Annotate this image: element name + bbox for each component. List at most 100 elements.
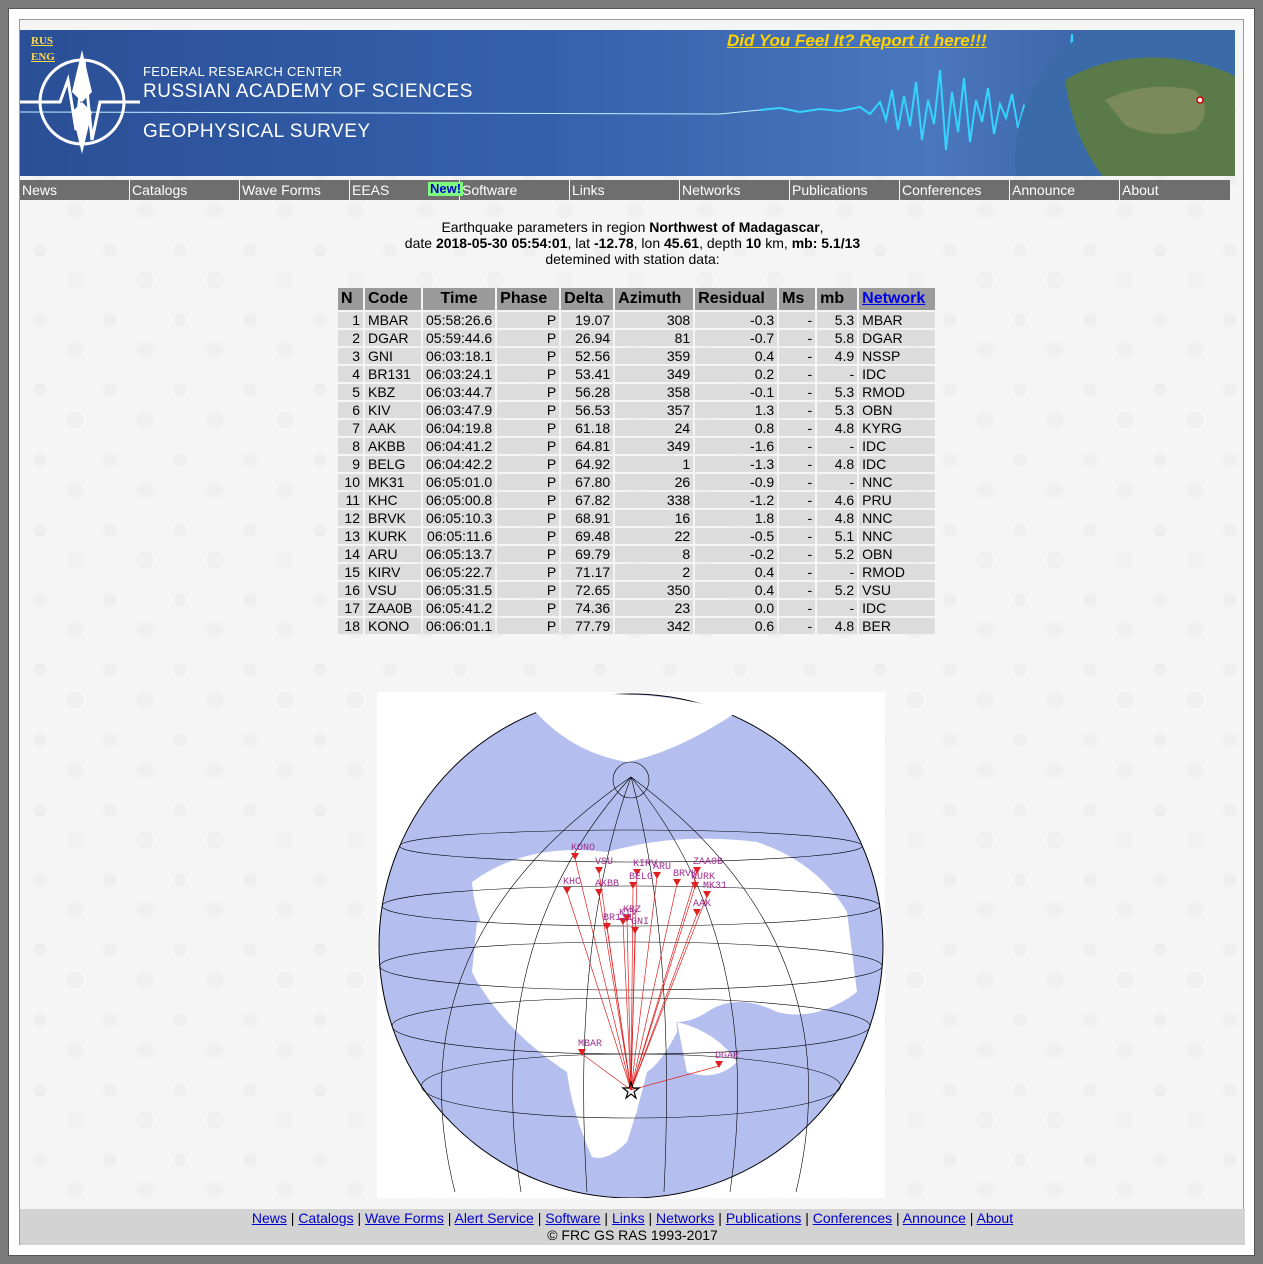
nav-links[interactable]: Links [570,180,680,200]
cell-phase: P [497,456,560,472]
cell-azimuth: 357 [615,402,694,418]
table-row: 8 AKBB 06:04:41.2 P 64.81 349 -1.6- - IDC [338,438,936,454]
cell-n: 1 [338,312,363,328]
nav-about[interactable]: About [1120,180,1230,200]
table-row: 3 GNI 06:03:18.1 P 52.56 359 0.4-4.9 NSSP [338,348,936,364]
station-label-akbb: AKBB [595,879,619,890]
cell-phase: P [497,402,560,418]
nav-catalogs[interactable]: Catalogs [130,180,240,200]
cell-network: NNC [859,528,936,544]
footer-link-networks[interactable]: Networks [656,1210,714,1226]
nav-networks[interactable]: Networks [680,180,790,200]
cell-residual: -1.3 [695,456,778,472]
footer-link-publications[interactable]: Publications [726,1210,802,1226]
event-region: Northwest of Madagascar [649,219,820,235]
cell-phase: P [497,348,560,364]
cell-phase: P [497,330,560,346]
station-label-br131: BR131 [603,913,633,924]
cell-ms: - [779,330,816,346]
cell-mb: 4.8 [817,456,858,472]
cell-n: 8 [338,438,363,454]
cell-time: 06:04:42.2 [423,456,496,472]
col-residual: Residual [695,288,778,310]
cell-n: 2 [338,330,363,346]
event-lon: 45.61 [664,235,700,251]
copyright: © FRC GS RAS 1993-2017 [547,1227,718,1243]
table-row: 15 KIRV 06:05:22.7 P 71.17 2 0.4- - RMOD [338,564,936,580]
cell-code: KHC [365,492,421,508]
footer-link-about[interactable]: About [977,1210,1014,1226]
col-phase: Phase [497,288,560,310]
cell-azimuth: 22 [615,528,694,544]
lon-label: , lon [633,235,665,251]
footer-link-links[interactable]: Links [612,1210,645,1226]
table-row: 5 KBZ 06:03:44.7 P 56.28 358 -0.1-5.3 RMOD [338,384,936,400]
cell-mb: 4.6 [817,492,858,508]
cell-residual: -0.9 [695,474,778,490]
table-row: 12 BRVK 06:05:10.3 P 68.91 16 1.8-4.8 NNC [338,510,936,526]
cell-network: DGAR [859,330,936,346]
nav-conferences[interactable]: Conferences [900,180,1010,200]
table-row: 6 KIV 06:03:47.9 P 56.53 357 1.3-5.3 OBN [338,402,936,418]
cell-network: NSSP [859,348,936,364]
lang-eng-link[interactable]: ENG [31,51,55,63]
cell-residual: 0.6 [695,618,778,634]
depth-label: , depth [699,235,746,251]
cell-delta: 71.17 [561,564,614,580]
table-row: 11 KHC 06:05:00.8 P 67.82 338 -1.2-4.6 PRU [338,492,936,508]
footer-link-announce[interactable]: Announce [903,1210,966,1226]
nav-software[interactable]: Software [460,180,570,200]
cell-delta: 56.28 [561,384,614,400]
nav-publications[interactable]: Publications [790,180,900,200]
network-header-link[interactable]: Network [862,290,925,307]
col-delta: Delta [561,288,614,310]
cell-code: KIRV [365,564,421,580]
station-table: N Code Time Phase Delta Azimuth Residual… [336,286,937,636]
event-date: 2018-05-30 05:54:01 [435,235,568,251]
cell-network: OBN [859,546,936,562]
footer-link-conferences[interactable]: Conferences [813,1210,892,1226]
cell-network: PRU [859,492,936,508]
cell-azimuth: 26 [615,474,694,490]
footer-link-news[interactable]: News [252,1210,287,1226]
footer-link-alert-service[interactable]: Alert Service [454,1210,533,1226]
cell-residual: 0.4 [695,348,778,364]
cell-time: 06:03:24.1 [423,366,496,382]
cell-code: VSU [365,582,421,598]
cell-delta: 69.48 [561,528,614,544]
station-table-body: 1 MBAR 05:58:26.6 P 19.07 308 -0.3-5.3 MBAR 2 DGA… [338,312,936,634]
banner-line-3: GEOPHYSICAL SURVEY [143,121,371,142]
page-content: RUS ENG FEDERAL RESEARCH CENTER RUSSIAN … [19,19,1245,1245]
cell-phase: P [497,564,560,580]
cell-network: IDC [859,456,936,472]
event-depth: 10 [745,235,762,251]
event-lat: -12.78 [593,235,634,251]
report-link[interactable]: Did You Feel It? Report it here!!! [727,31,987,51]
nav-wave-forms[interactable]: Wave Forms [240,180,350,200]
cell-mb: 5.3 [817,402,858,418]
cell-network: RMOD [859,384,936,400]
cell-network: RMOD [859,564,936,580]
footer-link-wave-forms[interactable]: Wave Forms [365,1210,444,1226]
event-intro: Earthquake parameters in region [441,219,650,235]
footer-link-software[interactable]: Software [545,1210,600,1226]
cell-code: GNI [365,348,421,364]
cell-mb: 5.2 [817,582,858,598]
nav-news[interactable]: News [20,180,130,200]
nav-new-badge[interactable]: New! [428,180,464,200]
nav-eeas[interactable]: EEAS [350,180,428,200]
table-row: 1 MBAR 05:58:26.6 P 19.07 308 -0.3-5.3 MBAR [338,312,936,328]
cell-time: 05:59:44.6 [423,330,496,346]
cell-residual: 0.0 [695,600,778,616]
nav-announce[interactable]: Announce [1010,180,1120,200]
cell-ms: - [779,420,816,436]
cell-residual: -0.7 [695,330,778,346]
cell-phase: P [497,528,560,544]
footer-link-catalogs[interactable]: Catalogs [298,1210,353,1226]
table-row: 9 BELG 06:04:42.2 P 64.92 1 -1.3-4.8 IDC [338,456,936,472]
lang-rus-link[interactable]: RUS [31,35,53,47]
cell-n: 17 [338,600,363,616]
cell-code: KURK [365,528,421,544]
banner-line-1: FEDERAL RESEARCH CENTER [143,64,343,79]
cell-code: ZAA0B [365,600,421,616]
